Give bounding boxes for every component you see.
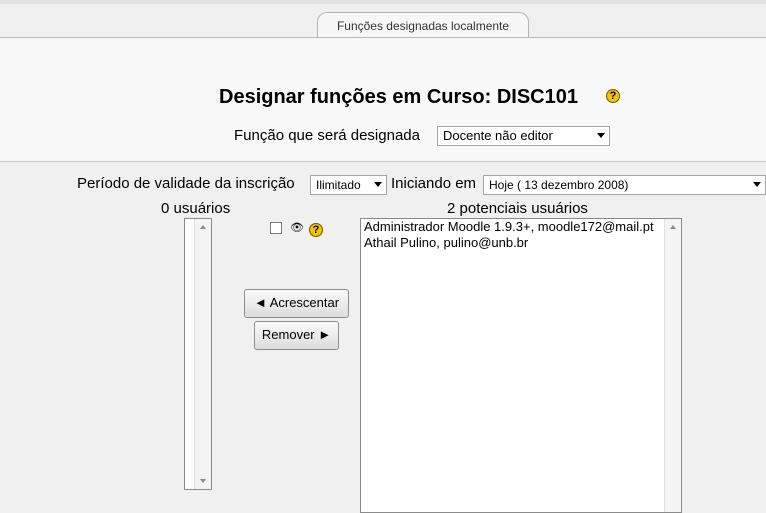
tab-local-roles[interactable]: Funções designadas localmente: [317, 12, 529, 37]
chevron-down-icon: [753, 182, 761, 187]
add-button[interactable]: ◄ Acrescentar: [244, 289, 349, 318]
scroll-down-icon[interactable]: [200, 479, 206, 483]
chevron-down-icon: [374, 182, 382, 187]
start-select-value: Hoje ( 13 dezembro 2008): [489, 178, 629, 192]
potential-users-list[interactable]: Administrador Moodle 1.9.3+, moodle172@m…: [360, 218, 682, 513]
scroll-up-icon[interactable]: [670, 225, 676, 229]
top-strip: [0, 0, 766, 4]
current-users-list[interactable]: [184, 218, 212, 490]
role-select[interactable]: Docente não editor: [437, 126, 610, 146]
eye-icon: 👁: [290, 222, 304, 234]
scrollbar[interactable]: [664, 219, 681, 512]
scroll-up-icon[interactable]: [200, 225, 206, 229]
page-title: Designar funções em Curso: DISC101: [219, 86, 578, 108]
period-select[interactable]: Ilimitado: [310, 175, 387, 195]
role-select-value: Docente não editor: [443, 128, 553, 143]
period-select-value: Ilimitado: [316, 178, 361, 192]
period-label: Período de validade da inscrição: [77, 175, 295, 192]
help-icon[interactable]: ?: [309, 223, 323, 237]
help-icon[interactable]: ?: [606, 89, 620, 103]
scrollbar[interactable]: [194, 219, 211, 489]
show-hidden-checkbox[interactable]: [270, 222, 282, 234]
list-item[interactable]: Administrador Moodle 1.9.3+, moodle172@m…: [361, 219, 681, 235]
start-select[interactable]: Hoje ( 13 dezembro 2008): [483, 175, 766, 195]
potential-users-count: 2 potenciais usuários: [447, 200, 588, 217]
list-item[interactable]: Athail Pulino, pulino@unb.br: [361, 235, 681, 251]
current-users-count: 0 usuários: [161, 200, 231, 217]
chevron-down-icon: [597, 133, 605, 138]
remove-button[interactable]: Remover ►: [254, 321, 339, 350]
start-label: Iniciando em: [391, 175, 477, 192]
role-label: Função que será designada: [234, 127, 420, 144]
